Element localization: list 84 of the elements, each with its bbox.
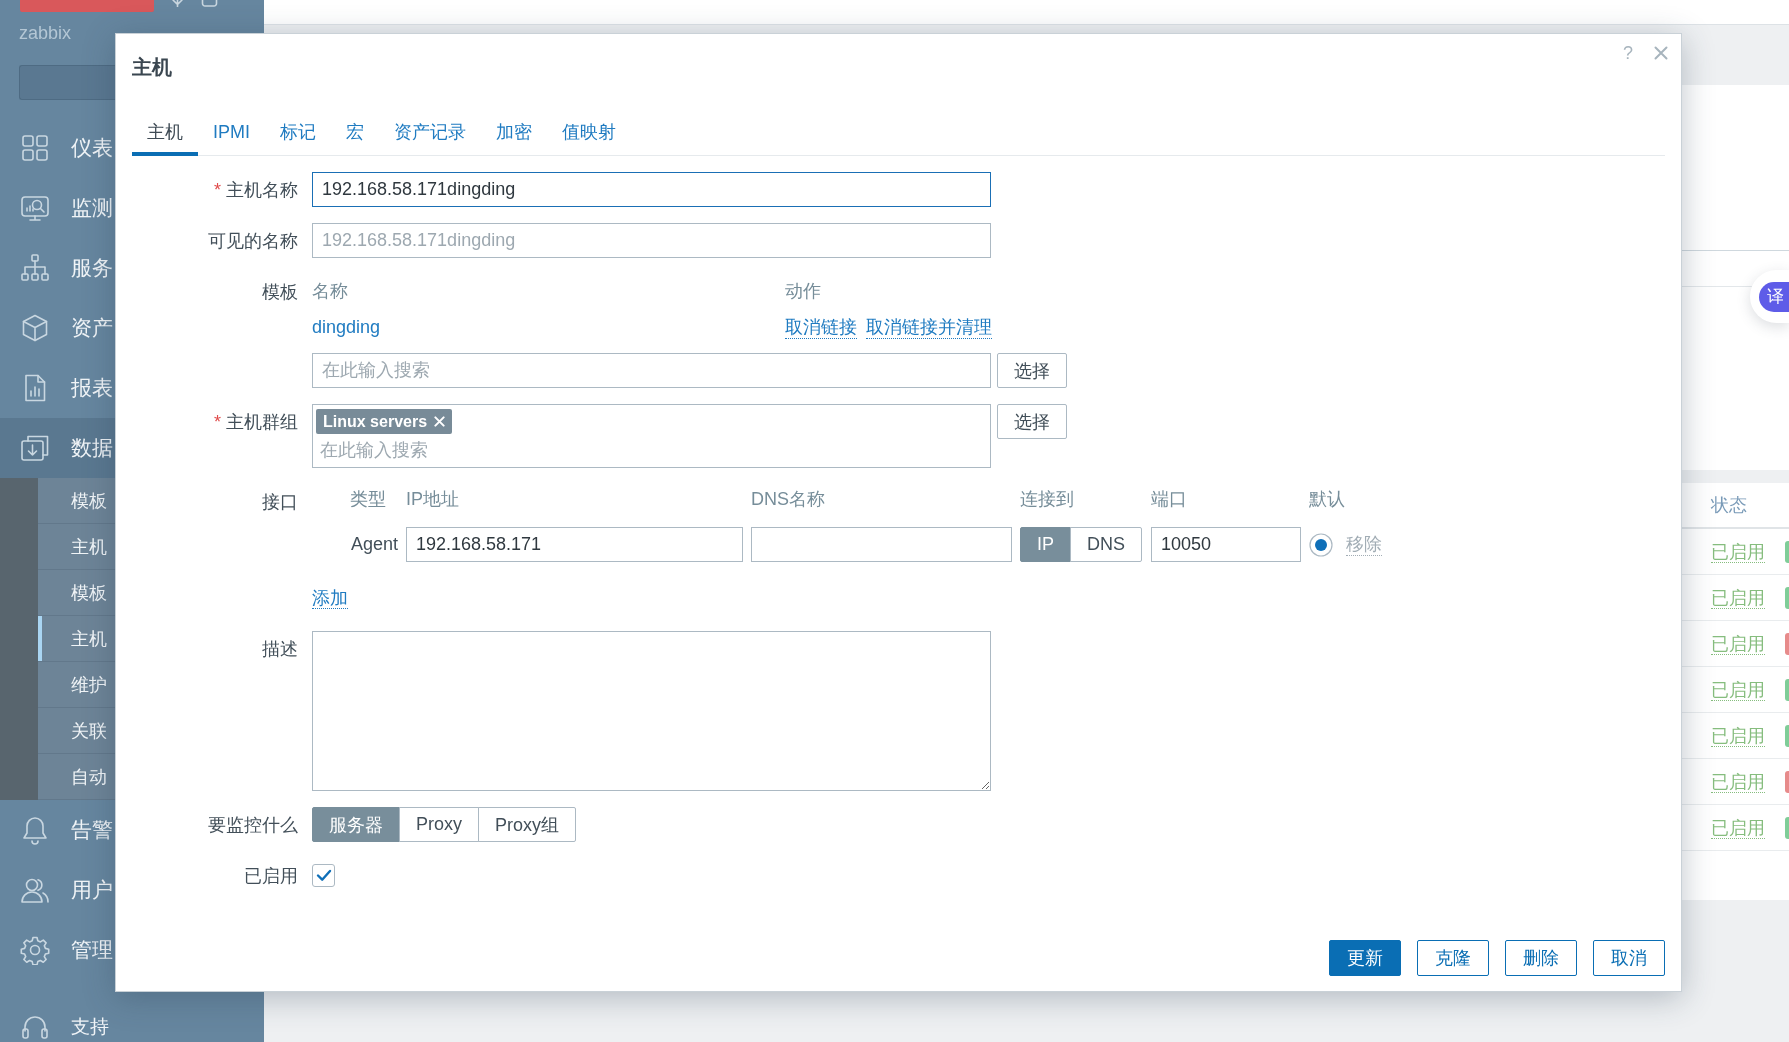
description-field[interactable] [312, 631, 991, 791]
field-label: 可见的名称 [208, 231, 298, 251]
field-label: 描述 [262, 639, 298, 659]
server-name: zabbix [19, 22, 72, 45]
column-header: DNS名称 [751, 488, 826, 511]
unlink-and-clear-link[interactable]: 取消链接并清理 [866, 315, 992, 339]
menu-item[interactable]: 告警 [0, 800, 116, 860]
tab[interactable]: IPMI [198, 100, 265, 156]
field-label: 要监控什么 [208, 815, 298, 835]
segment-button[interactable]: Proxy [399, 807, 479, 842]
visible-name-field[interactable]: 192.168.58.171dingding [312, 223, 991, 258]
host-group-field[interactable]: Linux servers 在此输入搜索 [312, 404, 991, 468]
menu-item[interactable]: 服务 [0, 238, 116, 298]
column-header: IP地址 [406, 488, 460, 511]
field-label: 接口 [262, 492, 298, 512]
menu-item[interactable]: 报表 [0, 358, 116, 418]
dialog-title: 主机 [132, 55, 172, 80]
dns-name-field[interactable] [751, 527, 1012, 562]
tab[interactable]: 资产记录 [379, 100, 481, 156]
menu-item[interactable]: 管理 [0, 920, 116, 980]
ip-address-field[interactable]: 192.168.58.171 [406, 527, 743, 562]
menu-item[interactable]: 支持 [0, 1012, 109, 1042]
menu-item[interactable]: 仪表 [0, 118, 116, 178]
add-link[interactable]: 添加 [312, 588, 348, 609]
interface-type: Agent [350, 534, 398, 554]
column-header: 默认 [1309, 488, 1346, 511]
field-label: 已启用 [244, 866, 298, 886]
menu-item[interactable]: 数据 [0, 418, 116, 478]
checkmark-icon [315, 869, 332, 882]
menu-item[interactable]: 用户 [0, 860, 116, 920]
tab[interactable]: 主机 [132, 100, 198, 156]
column-header: 端口 [1151, 488, 1188, 511]
monitor-icon [20, 193, 50, 223]
field-label: * 主机名称 [213, 180, 298, 200]
status-link[interactable]: 已启用 [1711, 679, 1765, 701]
segment-button[interactable]: Proxy组 [478, 807, 577, 842]
close-icon[interactable] [1654, 46, 1668, 60]
gear-icon [20, 935, 50, 965]
remove-link: 移除 [1346, 533, 1382, 556]
column-header: 动作 [785, 280, 822, 303]
select-button[interactable]: 选择 [997, 404, 1067, 439]
toggle-button[interactable]: DNS [1070, 527, 1143, 562]
template-link[interactable]: dingding [312, 316, 381, 338]
update-button[interactable]: 更新 [1329, 940, 1401, 976]
toggle-button[interactable]: IP [1020, 527, 1071, 562]
host-name-field[interactable]: 192.168.58.171dingding [312, 172, 991, 207]
status-link[interactable]: 已启用 [1711, 771, 1765, 793]
clone-button[interactable]: 克隆 [1417, 940, 1489, 976]
help-button[interactable]: ? [1623, 43, 1633, 63]
tab[interactable]: 标记 [265, 100, 331, 156]
download-box-icon [20, 433, 50, 463]
cancel-button[interactable]: 取消 [1593, 940, 1665, 976]
unlink-link[interactable]: 取消链接 [785, 315, 857, 339]
column-header: 类型 [349, 488, 387, 511]
delete-button[interactable]: 删除 [1505, 940, 1577, 976]
status-link[interactable]: 已启用 [1711, 541, 1765, 563]
column-header[interactable]: 状态 [1711, 493, 1747, 517]
field-label: 模板 [262, 282, 298, 302]
status-link[interactable]: 已启用 [1711, 633, 1765, 655]
column-header: 名称 [312, 280, 349, 303]
group-tag[interactable]: Linux servers [316, 409, 453, 434]
template-search-field[interactable]: 在此输入搜索 [312, 353, 991, 388]
checkbox[interactable] [312, 864, 335, 887]
select-button[interactable]: 选择 [997, 353, 1067, 388]
submenu-item[interactable]: 主机 [38, 616, 116, 662]
field-label: * 主机群组 [213, 412, 298, 432]
status-link[interactable]: 已启用 [1711, 587, 1765, 609]
tab[interactable]: 宏 [331, 100, 379, 156]
segment-button[interactable]: 服务器 [312, 807, 400, 842]
menu-item[interactable]: 资产 [0, 298, 116, 358]
bell-icon [20, 815, 50, 845]
search-field[interactable] [19, 65, 116, 100]
column-header: 连接到 [1020, 488, 1075, 511]
grid-icon [20, 133, 50, 163]
tab[interactable]: 加密 [481, 100, 547, 156]
status-link[interactable]: 已启用 [1711, 817, 1765, 839]
port-field[interactable]: 10050 [1151, 527, 1301, 562]
status-link[interactable]: 已启用 [1711, 725, 1765, 747]
tab[interactable]: 值映射 [547, 100, 631, 156]
hierarchy-icon [20, 253, 50, 283]
radio-button[interactable] [1309, 532, 1333, 557]
menu-item[interactable]: 监测 [0, 178, 116, 238]
arrow-icon[interactable] [169, 0, 186, 7]
cube-icon [20, 313, 50, 343]
